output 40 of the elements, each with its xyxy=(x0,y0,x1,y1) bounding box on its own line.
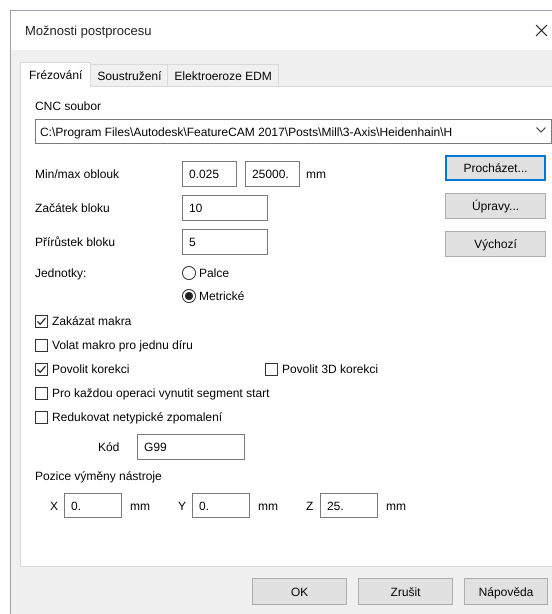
input-field[interactable]: 0. xyxy=(192,493,250,518)
window-title: Možnosti postprocesu xyxy=(25,23,152,38)
checkbox-label[interactable]: Povolit korekci xyxy=(52,362,130,376)
radio-label[interactable]: Metrické xyxy=(199,289,244,303)
input-field[interactable]: G99 xyxy=(137,434,245,460)
input-field[interactable]: 25. xyxy=(320,493,378,518)
field-label: Začátek bloku xyxy=(35,201,111,215)
field-label: Přírůstek bloku xyxy=(35,235,116,249)
dialog-button[interactable]: OK xyxy=(252,578,347,605)
dialog-button[interactable]: Zrušit xyxy=(358,578,453,605)
tab[interactable]: Elektroeroze EDM xyxy=(167,64,279,86)
axis-label: Z xyxy=(306,498,314,512)
section-label: Pozice výměny nástroje xyxy=(35,469,162,483)
side-button[interactable]: Procházet... xyxy=(445,155,546,181)
input-field[interactable]: 5 xyxy=(182,229,268,255)
checkbox-label[interactable]: Zakázat makra xyxy=(52,314,132,328)
input-field[interactable]: 10 xyxy=(182,195,268,221)
field-label: Kód xyxy=(98,440,120,454)
tab[interactable]: Frézování xyxy=(20,62,92,87)
unit-label: mm xyxy=(386,498,406,512)
axis-label: Y xyxy=(178,498,188,512)
checkbox-label[interactable]: Volat makro pro jednu díru xyxy=(52,338,193,352)
field-label: CNC soubor xyxy=(35,99,102,113)
input-field[interactable]: 25000. xyxy=(245,161,300,187)
checkbox-label[interactable]: Pro každou operaci vynutit segment start xyxy=(52,386,270,400)
axis-label: X xyxy=(50,498,60,512)
dialog-button[interactable]: Nápověda xyxy=(464,578,548,605)
unit-label: mm xyxy=(130,498,150,512)
checkbox-label[interactable]: Povolit 3D korekci xyxy=(282,362,378,376)
unit-label: mm xyxy=(258,498,278,512)
field-label: Jednotky: xyxy=(35,265,88,282)
input-field[interactable]: 0. xyxy=(64,493,122,518)
field-label: Min/max oblouk xyxy=(35,167,120,181)
side-button[interactable]: Výchozí xyxy=(445,231,546,257)
radio-label[interactable]: Palce xyxy=(199,266,230,280)
dropdown[interactable]: C:\Program Files\Autodesk\FeatureCAM 2017\Posts\Mill\3-Axis\Heidenhain\H xyxy=(35,119,552,144)
side-button[interactable]: Úpravy... xyxy=(445,193,546,219)
input-field[interactable]: 0.025 xyxy=(182,161,237,187)
unit-label: mm xyxy=(306,167,326,181)
checkbox-label[interactable]: Redukovat netypické zpomalení xyxy=(52,410,222,424)
